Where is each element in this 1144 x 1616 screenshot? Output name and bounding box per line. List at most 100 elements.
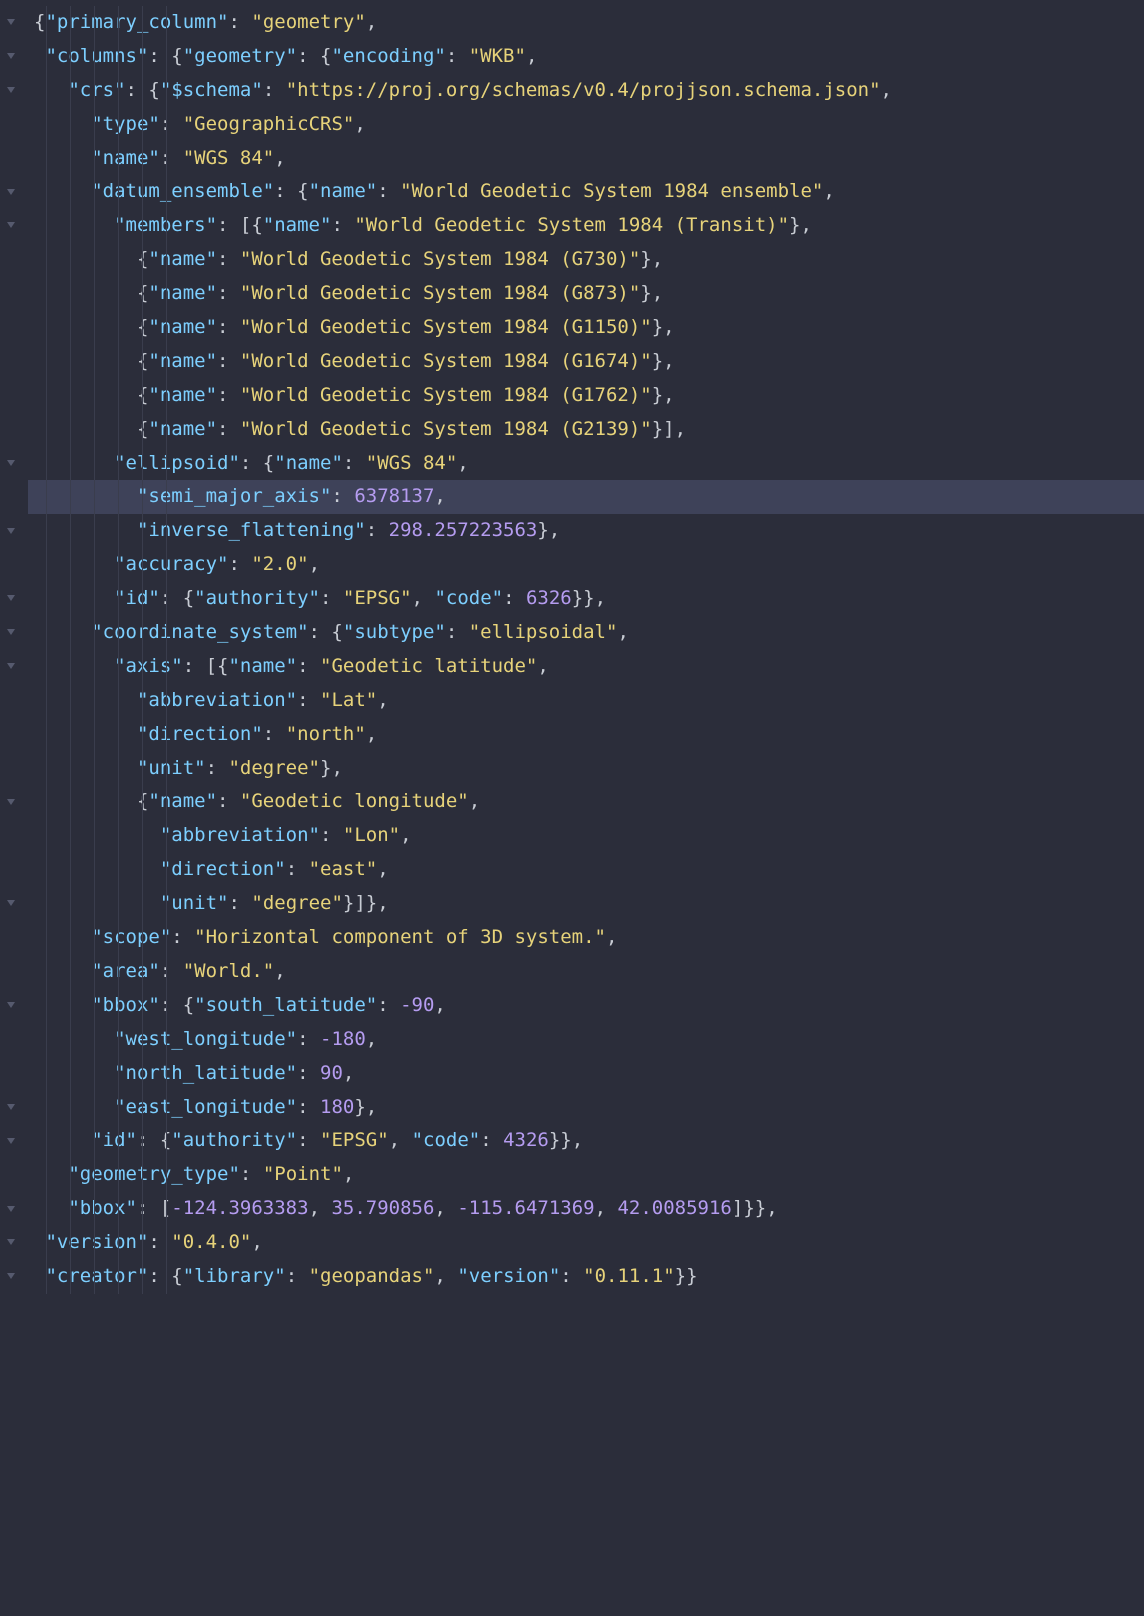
code-line[interactable]: "datum_ensemble": {"name": "World Geodet… [28, 175, 1144, 209]
fold-toggle-icon[interactable] [4, 1203, 18, 1217]
code-line[interactable]: "version": "0.4.0", [28, 1226, 1144, 1260]
json-number: 298.257223563 [389, 519, 538, 541]
fold-toggle-icon[interactable] [4, 1236, 18, 1250]
json-string: "World Geodetic System 1984 (G1762)" [240, 384, 652, 406]
json-punct [34, 519, 137, 541]
json-punct: : [286, 1265, 309, 1287]
json-punct: : [{ [217, 214, 263, 236]
fold-toggle-icon[interactable] [4, 50, 18, 64]
json-punct: , [274, 960, 285, 982]
json-punct [34, 147, 91, 169]
json-punct: : [366, 519, 389, 541]
fold-toggle-icon[interactable] [4, 525, 18, 539]
code-line[interactable]: "id": {"authority": "EPSG", "code": 4326… [28, 1124, 1144, 1158]
fold-toggle-icon[interactable] [4, 186, 18, 200]
fold-toggle-icon[interactable] [4, 1101, 18, 1115]
code-line[interactable]: {"name": "World Geodetic System 1984 (G2… [28, 413, 1144, 447]
code-line[interactable]: "id": {"authority": "EPSG", "code": 6326… [28, 582, 1144, 616]
fold-toggle-icon[interactable] [4, 897, 18, 911]
code-line[interactable]: "name": "WGS 84", [28, 142, 1144, 176]
code-line[interactable]: {"name": "World Geodetic System 1984 (G1… [28, 345, 1144, 379]
fold-toggle-icon[interactable] [4, 796, 18, 810]
json-key: "unit" [160, 892, 229, 914]
code-line[interactable]: "members": [{"name": "World Geodetic Sys… [28, 209, 1144, 243]
code-line[interactable]: "ellipsoid": {"name": "WGS 84", [28, 447, 1144, 481]
code-line[interactable]: "semi_major_axis": 6378137, [28, 480, 1144, 514]
fold-toggle-icon[interactable] [4, 457, 18, 471]
code-line[interactable]: "coordinate_system": {"subtype": "ellips… [28, 616, 1144, 650]
code-line[interactable]: "west_longitude": -180, [28, 1023, 1144, 1057]
code-line[interactable]: {"name": "World Geodetic System 1984 (G1… [28, 311, 1144, 345]
code-line[interactable]: "unit": "degree"}, [28, 752, 1144, 786]
fold-toggle-icon[interactable] [4, 660, 18, 674]
json-string: "EPSG" [320, 1129, 389, 1151]
json-punct: : [217, 248, 240, 270]
json-punct: : [446, 45, 469, 67]
json-key: "abbreviation" [160, 824, 320, 846]
code-line[interactable]: "abbreviation": "Lon", [28, 819, 1144, 853]
code-editor[interactable]: {"primary_column": "geometry", "columns"… [0, 0, 1144, 1294]
fold-toggle-icon[interactable] [4, 16, 18, 30]
fold-toggle-icon[interactable] [4, 1135, 18, 1149]
json-punct: : [377, 180, 400, 202]
code-line[interactable]: "area": "World.", [28, 955, 1144, 989]
json-string: "2.0" [251, 553, 308, 575]
code-line[interactable]: "abbreviation": "Lat", [28, 684, 1144, 718]
json-punct: }, [320, 757, 343, 779]
json-punct: }, [652, 316, 675, 338]
code-line[interactable]: "bbox": {"south_latitude": -90, [28, 989, 1144, 1023]
json-punct: : [160, 113, 183, 135]
code-line[interactable]: "axis": [{"name": "Geodetic latitude", [28, 650, 1144, 684]
json-key: "columns" [45, 45, 148, 67]
code-line[interactable]: "type": "GeographicCRS", [28, 108, 1144, 142]
json-key: "crs" [68, 79, 125, 101]
fold-toggle-icon[interactable] [4, 219, 18, 233]
json-number: -90 [400, 994, 434, 1016]
json-punct: , [343, 1163, 354, 1185]
code-line[interactable]: "unit": "degree"}]}, [28, 887, 1144, 921]
json-punct: : [171, 926, 194, 948]
json-punct: , [412, 587, 435, 609]
json-punct: }, [652, 350, 675, 372]
code-line[interactable]: "direction": "north", [28, 718, 1144, 752]
json-punct: }], [652, 418, 686, 440]
json-key: "coordinate_system" [91, 621, 308, 643]
json-key: "accuracy" [114, 553, 228, 575]
code-line[interactable]: "direction": "east", [28, 853, 1144, 887]
json-number: 6378137 [354, 485, 434, 507]
code-line[interactable]: "east_longitude": 180}, [28, 1091, 1144, 1125]
code-line[interactable]: {"name": "World Geodetic System 1984 (G1… [28, 379, 1144, 413]
indent-guide [70, 6, 71, 1294]
fold-toggle-icon[interactable] [4, 84, 18, 98]
json-punct: , [595, 1197, 618, 1219]
json-punct: : { [160, 587, 194, 609]
json-string: "east" [309, 858, 378, 880]
json-punct [34, 79, 68, 101]
code-lines-container: {"primary_column": "geometry", "columns"… [28, 6, 1144, 1294]
code-line[interactable]: "columns": {"geometry": {"encoding": "WK… [28, 40, 1144, 74]
code-line[interactable]: "north_latitude": 90, [28, 1057, 1144, 1091]
code-line[interactable]: "inverse_flattening": 298.257223563}, [28, 514, 1144, 548]
code-line[interactable]: {"name": "Geodetic longitude", [28, 785, 1144, 819]
code-line[interactable]: {"name": "World Geodetic System 1984 (G7… [28, 243, 1144, 277]
code-line[interactable]: "accuracy": "2.0", [28, 548, 1144, 582]
code-line[interactable]: {"name": "World Geodetic System 1984 (G8… [28, 277, 1144, 311]
json-punct: ]}}, [732, 1197, 778, 1219]
json-key: "authority" [194, 587, 320, 609]
json-punct [34, 1129, 91, 1151]
code-line[interactable]: {"primary_column": "geometry", [28, 6, 1144, 40]
code-line[interactable]: "creator": {"library": "geopandas", "ver… [28, 1260, 1144, 1294]
fold-toggle-icon[interactable] [4, 999, 18, 1013]
code-line[interactable]: "scope": "Horizontal component of 3D sys… [28, 921, 1144, 955]
json-string: "degree" [228, 757, 320, 779]
fold-toggle-icon[interactable] [4, 626, 18, 640]
json-punct: : [240, 1163, 263, 1185]
json-key: "name" [148, 790, 217, 812]
fold-toggle-icon[interactable] [4, 1270, 18, 1284]
fold-toggle-icon[interactable] [4, 592, 18, 606]
code-line[interactable]: "geometry_type": "Point", [28, 1158, 1144, 1192]
code-line[interactable]: "crs": {"$schema": "https://proj.org/sch… [28, 74, 1144, 108]
json-string: "Point" [263, 1163, 343, 1185]
code-line[interactable]: "bbox": [-124.3963383, 35.790856, -115.6… [28, 1192, 1144, 1226]
json-string: "https://proj.org/schemas/v0.4/projjson.… [286, 79, 881, 101]
